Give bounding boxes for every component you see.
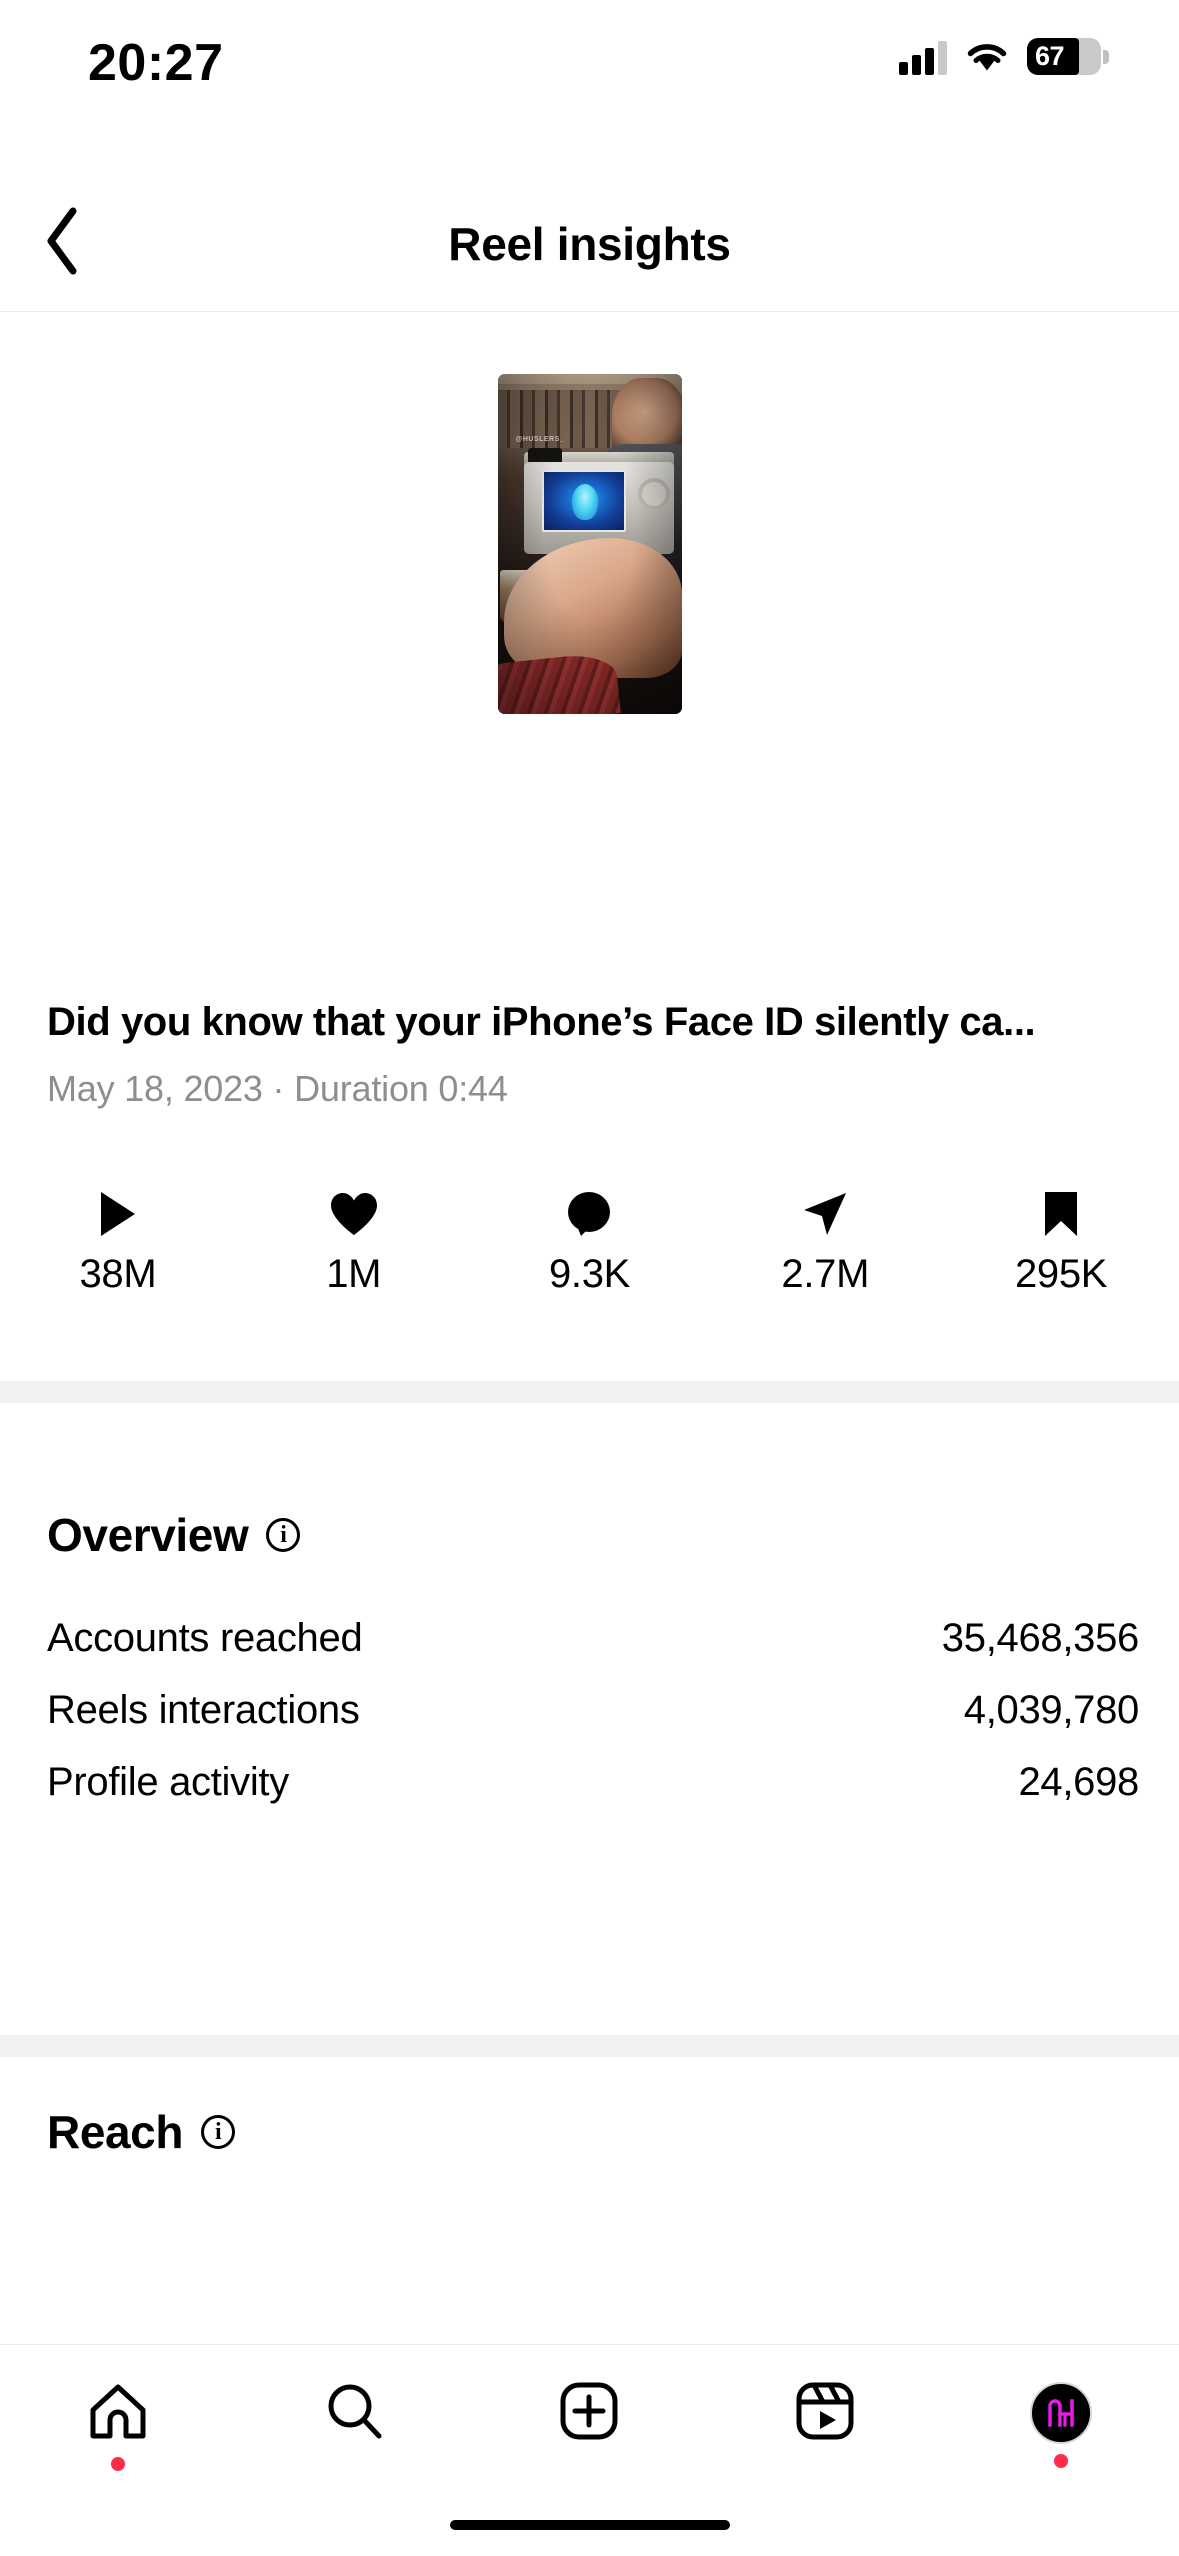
home-badge-dot — [110, 2456, 125, 2471]
reel-meta: May 18, 2023 · Duration 0:44 — [47, 1068, 508, 1109]
tab-bar-items — [0, 2365, 1179, 2485]
battery-level: 67 — [1035, 41, 1065, 71]
accounts-reached-value: 35,468,356 — [941, 1615, 1140, 1660]
thumbnail-vignette — [497, 374, 682, 714]
tab-home[interactable] — [0, 2365, 236, 2485]
reach-title-text: Reach — [47, 2106, 184, 2158]
tab-reels[interactable] — [707, 2365, 943, 2485]
reach-section-title: Reach i — [47, 2105, 236, 2159]
profile-activity-value: 24,698 — [1018, 1759, 1139, 1804]
metric-saves[interactable]: 295K — [943, 1190, 1179, 1297]
tab-profile[interactable] — [943, 2365, 1179, 2485]
bookmark-icon — [1042, 1190, 1080, 1238]
metric-plays[interactable]: 38M — [0, 1190, 236, 1297]
search-icon — [323, 2380, 385, 2447]
metric-comments-value: 9.3K — [548, 1252, 631, 1296]
plus-box-icon — [558, 2380, 620, 2447]
metric-shares-value: 2.7M — [781, 1252, 870, 1296]
page-title: Reel insights — [448, 218, 731, 270]
metrics-row: 38M 1M 9.3K 2.7M 295K — [0, 1190, 1179, 1320]
reels-interactions-value: 4,039,780 — [963, 1687, 1140, 1732]
table-row[interactable]: Accounts reached 35,468,356 — [47, 1608, 1139, 1668]
home-icon — [87, 2380, 149, 2447]
overview-section-title: Overview i — [47, 1508, 301, 1562]
comment-icon — [565, 1190, 613, 1238]
play-icon — [97, 1190, 139, 1238]
reel-thumbnail-container: @HUSLERS_ — [0, 374, 1179, 714]
table-row[interactable]: Profile activity 24,698 — [47, 1752, 1139, 1812]
metric-plays-value: 38M — [79, 1252, 157, 1296]
thumbnail-watermark: @HUSLERS_ — [515, 436, 565, 443]
status-bar: 20:27 67 — [0, 0, 1179, 130]
tab-create[interactable] — [472, 2365, 708, 2485]
info-circle-icon[interactable]: i — [266, 1518, 301, 1552]
table-row[interactable]: Reels interactions 4,039,780 — [47, 1680, 1139, 1740]
overview-title-text: Overview — [47, 1509, 249, 1561]
share-icon — [800, 1190, 850, 1238]
accounts-reached-label: Accounts reached — [47, 1615, 363, 1660]
metric-likes-value: 1M — [326, 1252, 382, 1296]
home-indicator — [449, 2520, 730, 2530]
info-circle-icon[interactable]: i — [201, 2115, 236, 2149]
reel-caption[interactable]: Did you know that your iPhone’s Face ID … — [47, 1000, 1139, 1045]
instagram-reel-insights-screen: 20:27 67 Reel insights @HUSLERS_ Did you… — [0, 0, 1179, 2556]
status-bar-time: 20:27 — [88, 34, 224, 92]
heart-icon — [329, 1190, 379, 1238]
bottom-tab-bar — [0, 2344, 1179, 2556]
profile-activity-label: Profile activity — [47, 1759, 289, 1804]
navigation-header: Reel insights — [0, 188, 1179, 312]
wifi-icon — [965, 40, 1009, 74]
metric-likes[interactable]: 1M — [236, 1190, 472, 1297]
section-divider — [0, 1381, 1179, 1403]
reels-interactions-label: Reels interactions — [47, 1687, 360, 1732]
avatar — [1030, 2382, 1093, 2444]
metric-shares[interactable]: 2.7M — [707, 1190, 943, 1297]
cellular-signal-icon — [899, 39, 947, 75]
profile-badge-dot — [1054, 2454, 1069, 2468]
status-bar-indicators: 67 — [899, 38, 1109, 75]
battery-icon: 67 — [1027, 38, 1109, 75]
metric-saves-value: 295K — [1014, 1252, 1108, 1296]
section-divider — [0, 2035, 1179, 2057]
reels-icon — [794, 2380, 856, 2447]
reel-thumbnail[interactable]: @HUSLERS_ — [497, 374, 682, 714]
tab-search[interactable] — [236, 2365, 472, 2485]
metric-comments[interactable]: 9.3K — [472, 1190, 708, 1297]
avatar-logo-icon — [1048, 2399, 1074, 2427]
